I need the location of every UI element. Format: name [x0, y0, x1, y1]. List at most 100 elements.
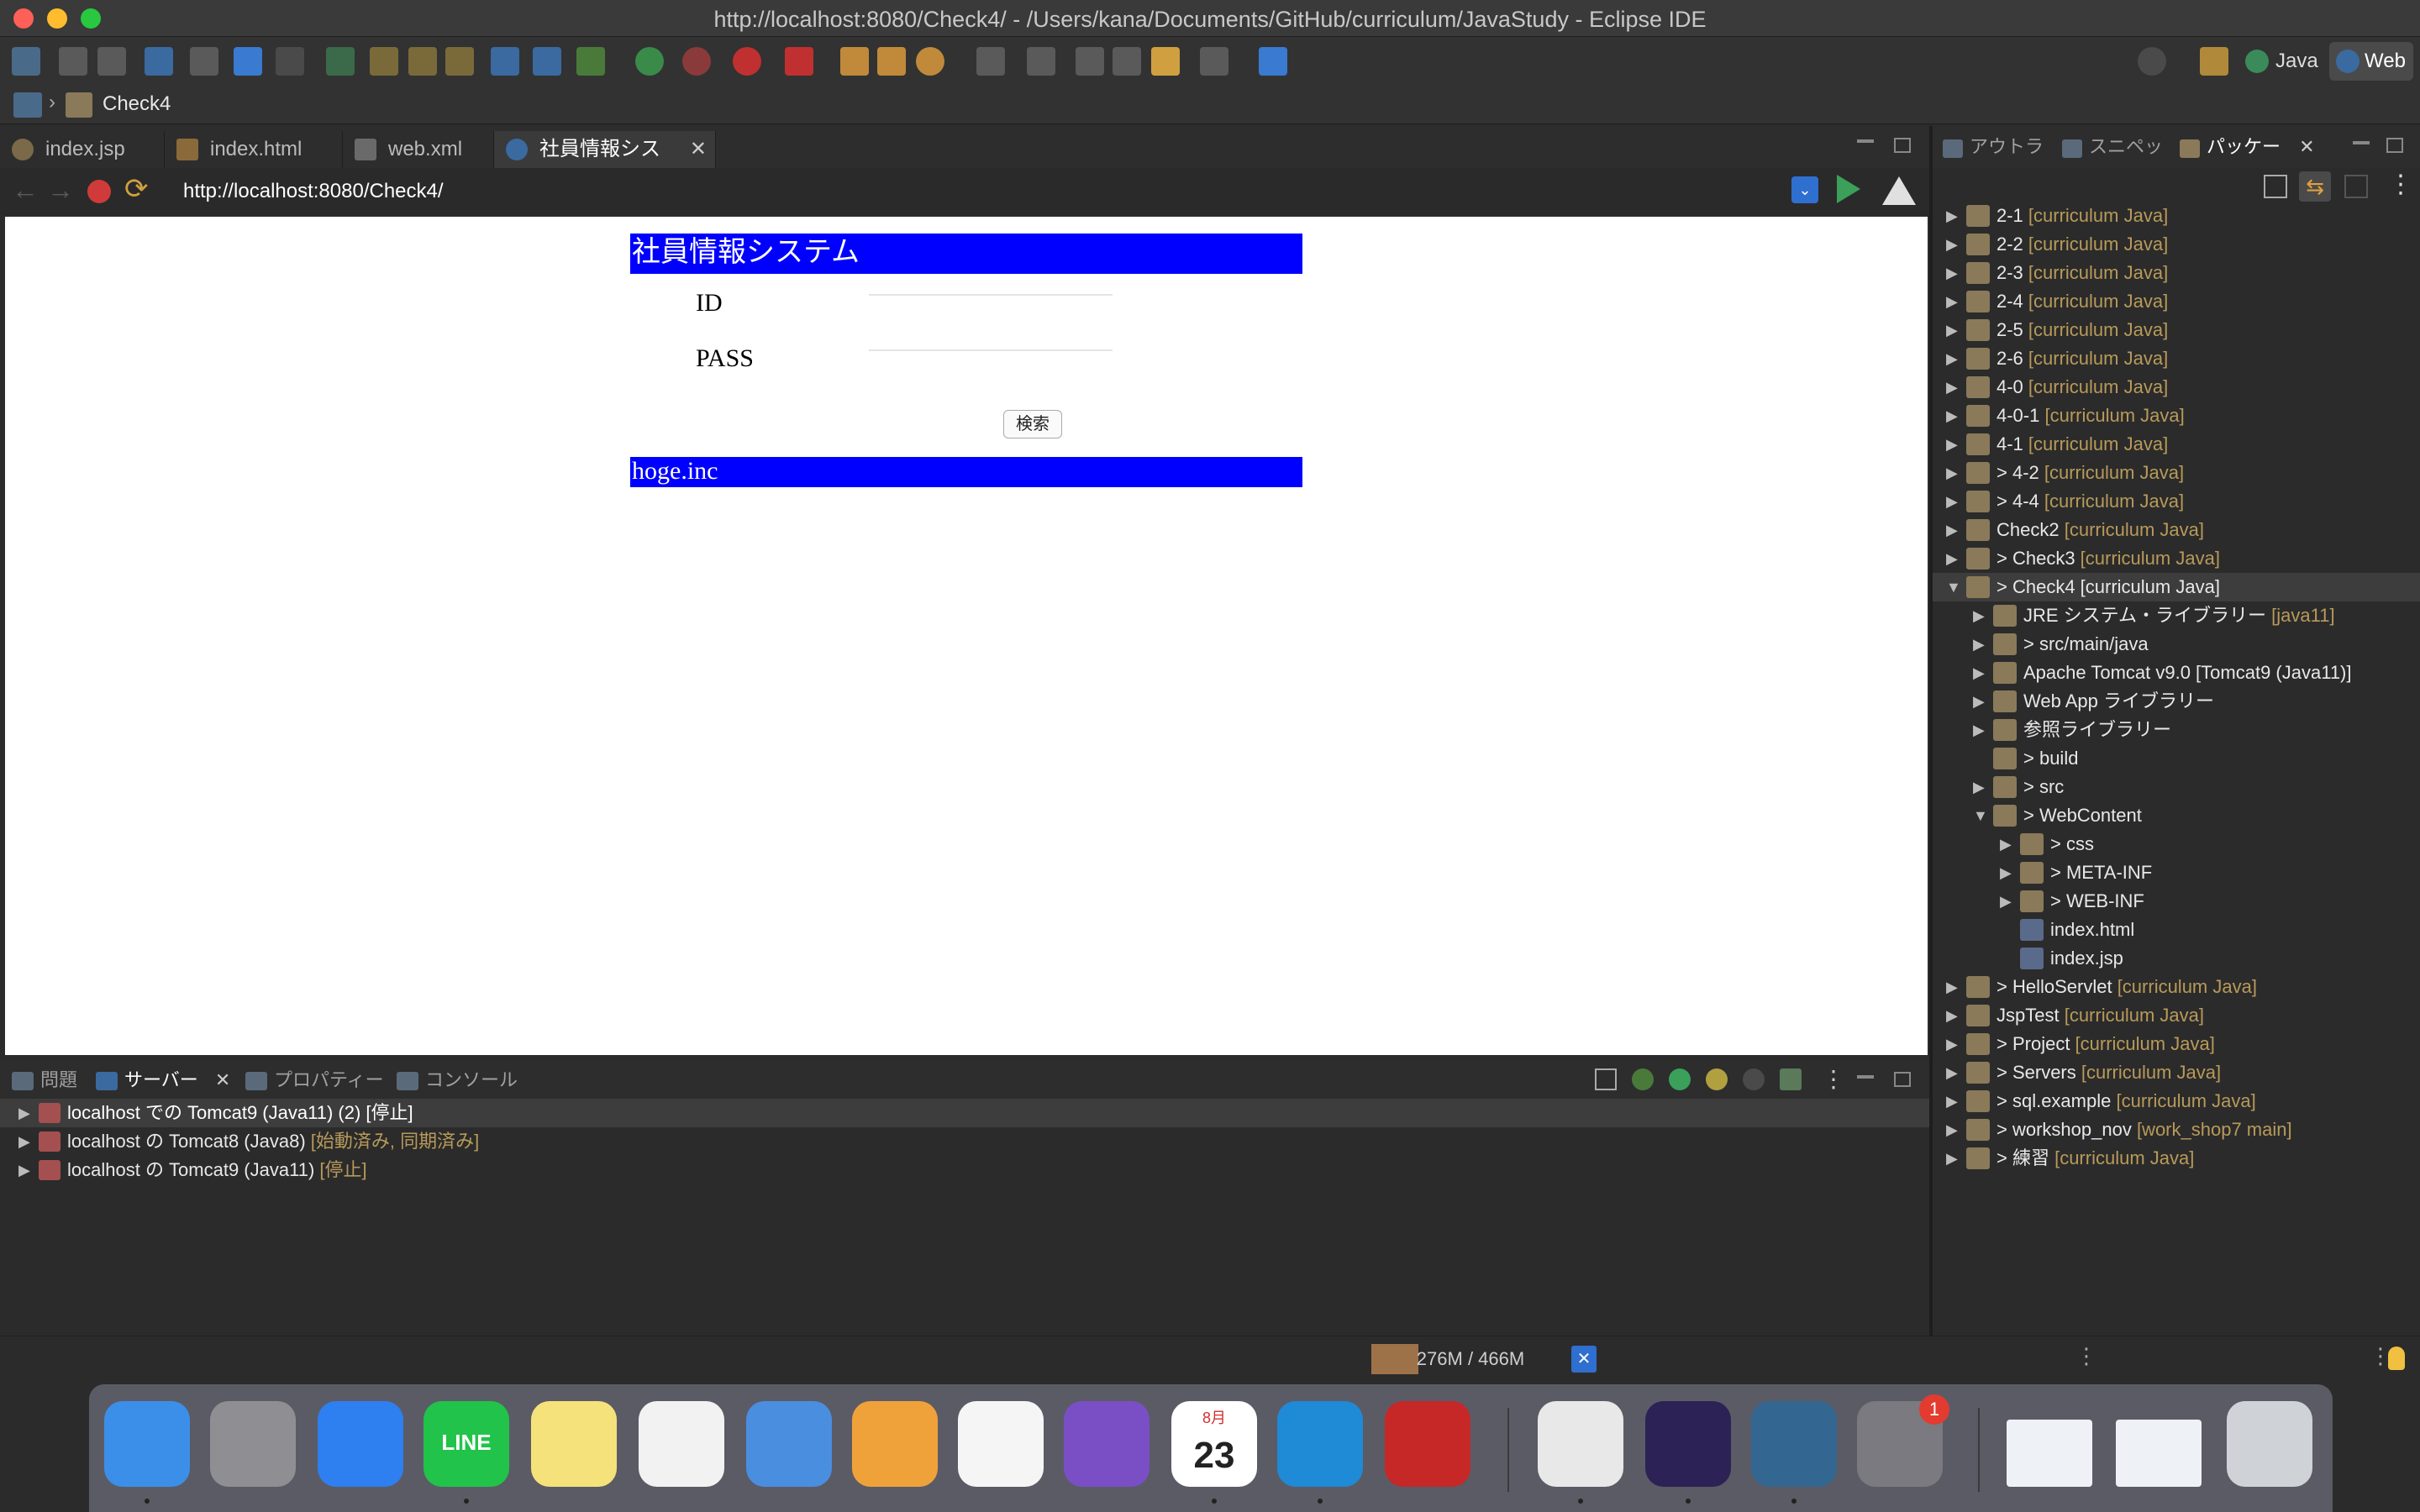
tree-item[interactable]: ▶ 2-3 [curriculum Java]: [1933, 259, 2420, 287]
expand-icon[interactable]: ▶: [18, 1156, 30, 1184]
expand-icon[interactable]: ▶: [1946, 1030, 1958, 1058]
tree-item[interactable]: ▶ > workshop_nov [work_shop7 main]: [1933, 1116, 2420, 1144]
expand-icon[interactable]: ▶: [1946, 487, 1958, 516]
server-row[interactable]: ▶ localhost での Tomcat9 (Java11) (2) [停止]: [0, 1099, 1929, 1127]
tab-snippets[interactable]: スニペッ: [2059, 133, 2163, 165]
tab-web-xml[interactable]: web.xml: [343, 131, 494, 168]
tree-item[interactable]: ▶ > Project [curriculum Java]: [1933, 1030, 2420, 1058]
annotation-icon[interactable]: [976, 47, 1005, 76]
keynote-icon[interactable]: [746, 1401, 832, 1487]
tree-item[interactable]: ▶ 4-1 [curriculum Java]: [1933, 430, 2420, 459]
tab-servers[interactable]: サーバー ✕: [92, 1067, 230, 1097]
tree-item[interactable]: ▶ 2-1 [curriculum Java]: [1933, 202, 2420, 230]
expand-icon[interactable]: ▶: [2000, 830, 2012, 858]
save-all-icon[interactable]: [97, 47, 126, 76]
eclipse-icon[interactable]: [1645, 1401, 1731, 1487]
tree-item[interactable]: ▶ > 4-2 [curriculum Java]: [1933, 459, 2420, 487]
line-icon[interactable]: LINE: [424, 1401, 509, 1487]
globe-icon[interactable]: [491, 47, 519, 76]
tree-item[interactable]: index.jsp: [1933, 944, 2420, 973]
expand-icon[interactable]: ▶: [1946, 402, 1958, 430]
expand-icon[interactable]: ▶: [1973, 716, 1985, 744]
tab-package-explorer[interactable]: パッケー ✕: [2176, 133, 2315, 165]
maximize-view-icon[interactable]: [1894, 138, 1911, 153]
next-edit-icon[interactable]: [1113, 47, 1141, 76]
tree-item[interactable]: index.html: [1933, 916, 2420, 944]
tree-item[interactable]: ▶ > Servers [curriculum Java]: [1933, 1058, 2420, 1087]
pin-editor-icon[interactable]: [1259, 47, 1287, 76]
tree-item[interactable]: ▶ 4-0 [curriculum Java]: [1933, 373, 2420, 402]
tree-item[interactable]: ▶ JRE システム・ライブラリー [java11]: [1933, 601, 2420, 630]
tree-item[interactable]: ▶ > src: [1933, 773, 2420, 801]
expand-icon[interactable]: ▶: [18, 1127, 30, 1156]
breadcrumb-project[interactable]: Check4: [103, 92, 171, 116]
tree-item[interactable]: ▶ > src/main/java: [1933, 630, 2420, 659]
collapse-all-icon[interactable]: [2264, 175, 2287, 198]
folder-open-icon[interactable]: [13, 92, 42, 118]
tree-item[interactable]: ▶ 4-0-1 [curriculum Java]: [1933, 402, 2420, 430]
expand-icon[interactable]: ▶: [1946, 344, 1958, 373]
expand-icon[interactable]: ▶: [1973, 773, 1985, 801]
search-icon[interactable]: [916, 47, 944, 76]
calendar-icon[interactable]: 23 8月: [1171, 1401, 1257, 1487]
back-arrow-icon[interactable]: ←: [12, 176, 39, 203]
mcafee-icon[interactable]: [1385, 1401, 1470, 1487]
tree-item[interactable]: ▶ 2-2 [curriculum Java]: [1933, 230, 2420, 259]
collapse-icon[interactable]: ▼: [1946, 573, 1961, 601]
tree-item[interactable]: ▼ > Check4 [curriculum Java]: [1933, 573, 2420, 601]
tree-item[interactable]: ▶ 2-5 [curriculum Java]: [1933, 316, 2420, 344]
global-search-icon[interactable]: [2138, 47, 2166, 76]
power-icon[interactable]: [326, 47, 355, 76]
close-tab-icon[interactable]: ✕: [215, 1069, 230, 1090]
tree-item[interactable]: ▶ > Check3 [curriculum Java]: [1933, 544, 2420, 573]
tree-item[interactable]: ▶ > META-INF: [1933, 858, 2420, 887]
search-button[interactable]: 検索: [1003, 410, 1062, 438]
monitor-icon[interactable]: [145, 47, 173, 76]
tree-item[interactable]: ▶ 2-4 [curriculum Java]: [1933, 287, 2420, 316]
expand-icon[interactable]: ▶: [1973, 601, 1985, 630]
share-icon[interactable]: [533, 47, 561, 76]
terminal-icon[interactable]: [276, 47, 304, 76]
tree-item[interactable]: ▶ JspTest [curriculum Java]: [1933, 1001, 2420, 1030]
new-html-icon[interactable]: [370, 47, 398, 76]
stop-server-icon[interactable]: [1743, 1068, 1765, 1090]
close-tab-icon[interactable]: ✕: [2299, 136, 2314, 157]
skip-breakpoints-icon[interactable]: [190, 47, 218, 76]
view-menu-icon[interactable]: ⋮: [1822, 1065, 1845, 1093]
minimize-view-icon[interactable]: [1857, 139, 1874, 143]
garbage-collect-icon[interactable]: ✕: [1571, 1346, 1597, 1373]
numbers-icon[interactable]: [639, 1401, 724, 1487]
profile-server-icon[interactable]: [1706, 1068, 1728, 1090]
publish-icon[interactable]: [1780, 1068, 1802, 1090]
forward-icon[interactable]: [1200, 47, 1228, 76]
focus-icon[interactable]: [2344, 175, 2368, 198]
minimize-view-icon[interactable]: [1857, 1075, 1874, 1079]
expand-icon[interactable]: ▶: [1946, 1058, 1958, 1087]
safari-icon[interactable]: [318, 1401, 403, 1487]
expand-icon[interactable]: ▶: [1946, 1001, 1958, 1030]
refresh-icon[interactable]: ⟳: [124, 175, 149, 203]
expand-icon[interactable]: ▶: [1973, 659, 1985, 687]
launchpad-icon[interactable]: [210, 1401, 296, 1487]
tree-item[interactable]: ▶ > 練習 [curriculum Java]: [1933, 1144, 2420, 1173]
expand-icon[interactable]: ▶: [1946, 459, 1958, 487]
postgres-icon[interactable]: [1751, 1401, 1837, 1487]
expand-icon[interactable]: ▶: [1946, 230, 1958, 259]
expand-icon[interactable]: ▶: [1973, 630, 1985, 659]
expand-icon[interactable]: ▶: [1973, 687, 1985, 716]
expand-icon[interactable]: ▶: [1946, 1116, 1958, 1144]
link-with-editor-icon[interactable]: ⇆: [2299, 171, 2331, 202]
tree-item[interactable]: ▶ 2-6 [curriculum Java]: [1933, 344, 2420, 373]
history-icon[interactable]: [1027, 47, 1055, 76]
url-input[interactable]: http://localhost:8080/Check4/: [168, 175, 1788, 208]
tree-item[interactable]: ▶ > sql.example [curriculum Java]: [1933, 1087, 2420, 1116]
expand-icon[interactable]: ▶: [1946, 544, 1958, 573]
pages-icon[interactable]: [852, 1401, 938, 1487]
tree-item[interactable]: > build: [1933, 744, 2420, 773]
pass-input[interactable]: [869, 344, 1113, 351]
vscode-icon[interactable]: [1277, 1401, 1363, 1487]
maximize-view-icon[interactable]: [2386, 138, 2403, 153]
back-icon[interactable]: [1151, 47, 1180, 76]
server-row[interactable]: ▶ localhost の Tomcat8 (Java8) [始動済み, 同期済…: [0, 1127, 1929, 1156]
start-server-icon[interactable]: [1669, 1068, 1691, 1090]
